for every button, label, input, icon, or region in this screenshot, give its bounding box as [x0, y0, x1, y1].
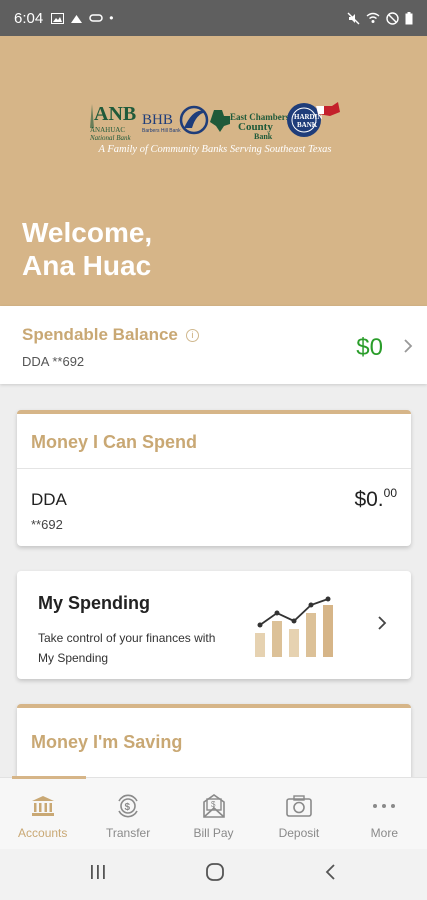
back-button[interactable] — [324, 863, 338, 886]
svg-text:BANK: BANK — [297, 121, 318, 129]
bank-logos: ANB ANAHUAC National Bank BHB Barbers Hi… — [84, 98, 346, 158]
spendable-account: DDA **692 — [22, 354, 85, 369]
notification-icon — [71, 14, 83, 23]
balance-cents: 00 — [383, 486, 397, 500]
account-name: DDA — [31, 490, 67, 509]
svg-text:Barbers Hill Bank: Barbers Hill Bank — [142, 128, 181, 134]
battery-icon — [405, 11, 413, 24]
bank-icon — [28, 792, 58, 820]
user-name: Ana Huac — [22, 250, 152, 281]
dot-icon: • — [109, 11, 114, 25]
divider — [17, 468, 411, 469]
svg-text:National Bank: National Bank — [89, 134, 132, 142]
tab-label: Bill Pay — [193, 826, 234, 840]
block-icon — [386, 11, 399, 25]
svg-text:$: $ — [211, 800, 216, 809]
chevron-right-icon — [403, 338, 413, 359]
svg-text:BHB: BHB — [142, 112, 173, 128]
svg-text:HARDIN: HARDIN — [294, 113, 322, 121]
my-spending-title: My Spending — [38, 593, 150, 613]
svg-text:ANB: ANB — [94, 103, 136, 125]
more-icon — [369, 792, 399, 820]
link-icon — [89, 14, 103, 22]
balance-whole: $0. — [354, 488, 384, 511]
tab-deposit[interactable]: Deposit — [256, 778, 341, 849]
spendable-balance-card[interactable]: Spendable Balance i DDA **692 $0 — [0, 306, 427, 384]
welcome-line: Welcome, — [22, 217, 153, 248]
active-tab-indicator — [12, 776, 86, 779]
svg-text:Bank: Bank — [254, 132, 273, 141]
svg-text:$: $ — [125, 802, 131, 813]
status-bar: 6:04 • — [0, 0, 427, 36]
money-saving-title: Money I'm Saving — [31, 732, 183, 752]
tab-label: Accounts — [18, 826, 68, 840]
hero-banner: ANB ANAHUAC National Bank BHB Barbers Hi… — [0, 36, 427, 306]
my-spending-description: Take control of your finances with My Sp… — [38, 631, 216, 665]
system-navigation-bar — [0, 849, 427, 900]
bank-family-logo: ANB ANAHUAC National Bank BHB Barbers Hi… — [89, 102, 340, 142]
camera-icon — [284, 792, 314, 820]
account-number: **692 — [31, 517, 63, 532]
tab-accounts[interactable]: Accounts — [0, 778, 85, 849]
svg-text:ANAHUAC: ANAHUAC — [90, 126, 125, 134]
tab-more[interactable]: More — [342, 778, 427, 849]
gallery-icon — [51, 12, 65, 24]
spendable-balance-label: Spendable Balance — [22, 325, 178, 344]
tab-label: More — [370, 826, 398, 840]
spendable-amount: $0 — [356, 334, 383, 361]
mute-icon — [347, 12, 360, 24]
home-button[interactable] — [205, 862, 225, 887]
tab-transfer[interactable]: $ Transfer — [85, 778, 170, 849]
recent-apps-button[interactable] — [89, 864, 107, 885]
chevron-right-icon — [377, 615, 387, 636]
bill-pay-icon: $ — [199, 792, 229, 820]
money-spend-title: Money I Can Spend — [31, 432, 198, 452]
wifi-icon — [366, 12, 380, 23]
brand-tagline: A Family of Community Banks Serving Sout… — [98, 144, 332, 155]
money-i-can-spend-card: Money I Can Spend DDA **692 $0.00 — [17, 410, 411, 546]
transfer-icon: $ — [113, 792, 143, 820]
account-balance: $0.00 — [354, 486, 397, 512]
welcome-heading: Welcome, Ana Huac — [22, 216, 152, 282]
info-icon[interactable]: i — [185, 329, 199, 342]
tab-label: Deposit — [278, 826, 320, 840]
tab-bill-pay[interactable]: $ Bill Pay — [171, 778, 256, 849]
bottom-tab-bar: Accounts $ Transfer $ Bill Pay Deposit M… — [0, 776, 427, 849]
status-time: 6:04 — [14, 9, 44, 27]
my-spending-card[interactable]: My Spending Take control of your finance… — [17, 571, 411, 679]
tab-label: Transfer — [105, 826, 151, 840]
spending-chart-icon — [255, 596, 333, 657]
